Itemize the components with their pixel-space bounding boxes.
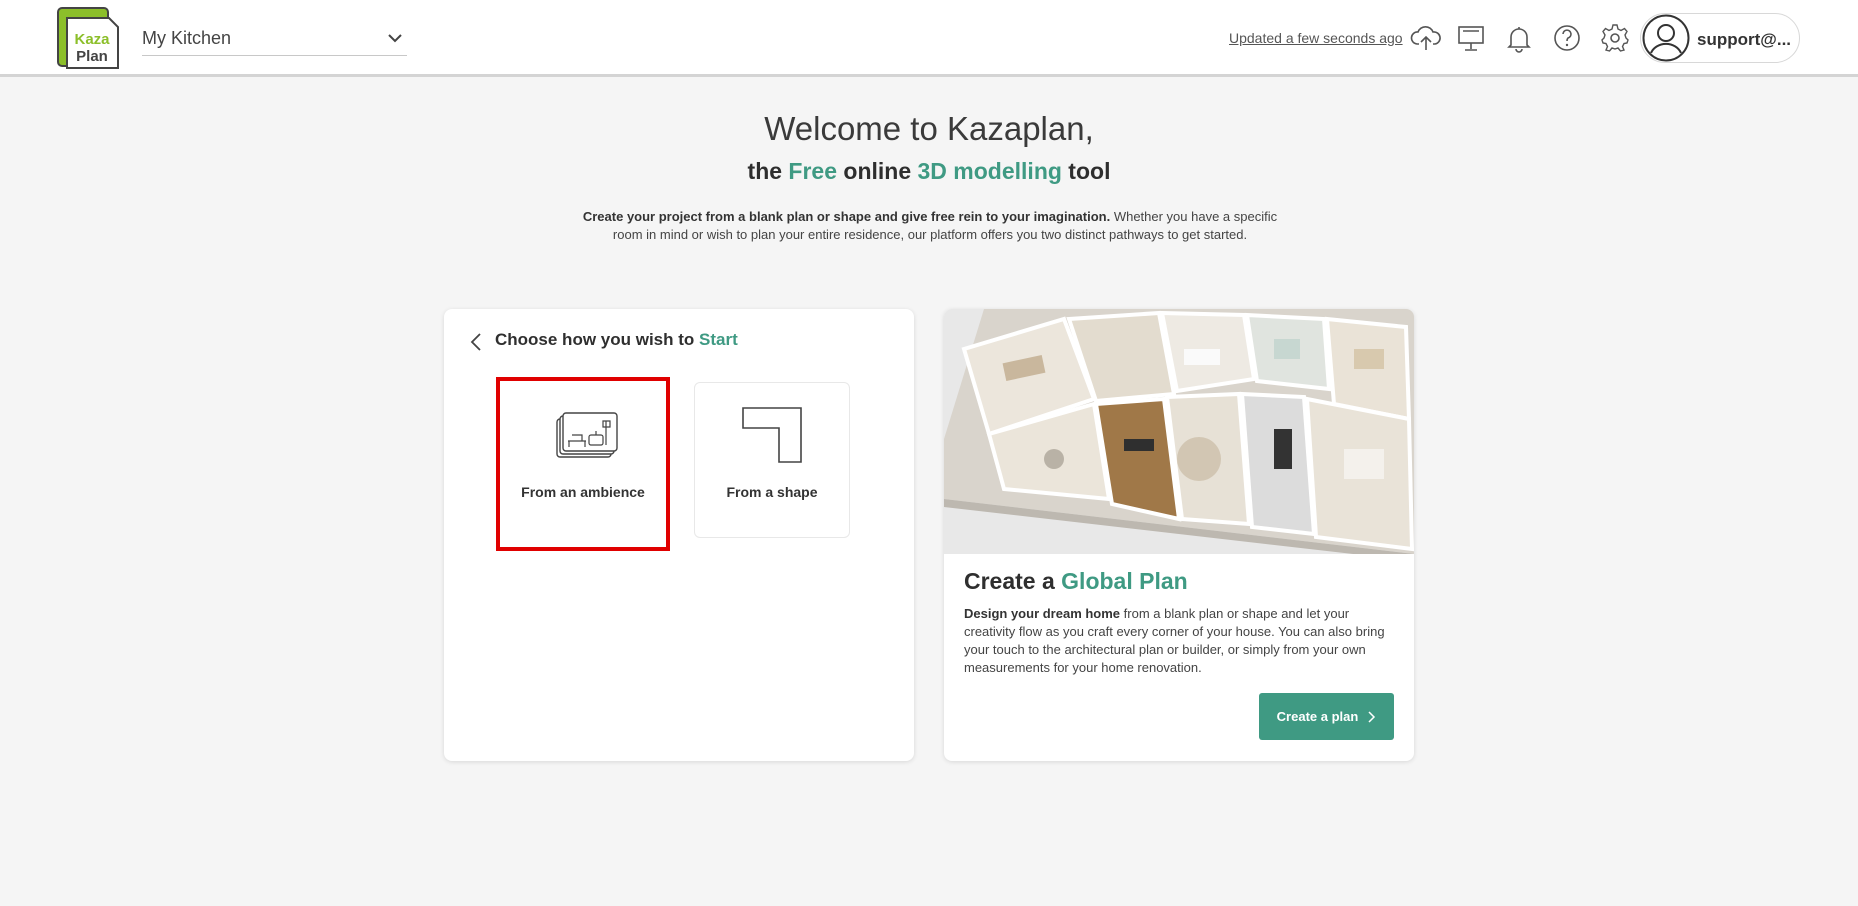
user-email: support@... [1697,30,1792,49]
create-plan-label: Create a plan [1276,709,1359,724]
chevron-down-icon [388,34,402,43]
monitor-icon[interactable] [1455,22,1487,54]
ambience-icon [556,412,618,458]
global-plan-card: Create a Global Plan Design your dream h… [944,309,1414,761]
from-shape-label: From a shape [726,484,818,500]
start-method-card: Choose how you wish to Start From an amb… [444,309,914,761]
3d-floor-plan-image [944,309,1414,554]
updated-status-link[interactable]: Updated a few seconds ago [1229,30,1403,46]
user-menu[interactable]: support@... [1640,13,1800,63]
chevron-left-icon[interactable] [466,331,488,353]
project-selector[interactable]: My Kitchen [142,22,407,56]
from-ambience-label: From an ambience [521,484,645,500]
welcome-description: Create your project from a blank plan or… [582,209,1278,242]
choose-start-title: Choose how you wish to Start [495,330,738,349]
cloud-upload-icon[interactable] [1410,22,1442,54]
global-plan-description: Design your dream home from a blank plan… [964,606,1385,675]
welcome-subtitle: the Free online 3D modelling tool [747,158,1111,184]
logo-text-plan: Plan [76,48,108,65]
from-shape-option[interactable]: From a shape [694,382,850,538]
global-plan-title: Create a Global Plan [964,568,1188,594]
gear-icon[interactable] [1599,22,1631,54]
project-name: My Kitchen [142,28,232,48]
top-header: Kaza Plan My Kitchen Updated a few secon… [0,0,1858,77]
welcome-title: Welcome to Kazaplan, [764,110,1094,147]
kazaplan-logo[interactable]: Kaza Plan [57,7,120,70]
from-ambience-option[interactable]: From an ambience [496,377,670,551]
chevron-right-icon [1368,710,1376,723]
create-plan-button[interactable]: Create a plan [1259,693,1394,740]
l-shape-icon [742,407,802,463]
logo-text-kaza: Kaza [74,31,110,48]
help-icon[interactable] [1551,22,1583,54]
user-avatar-icon [1642,14,1690,62]
bell-icon[interactable] [1503,22,1535,54]
